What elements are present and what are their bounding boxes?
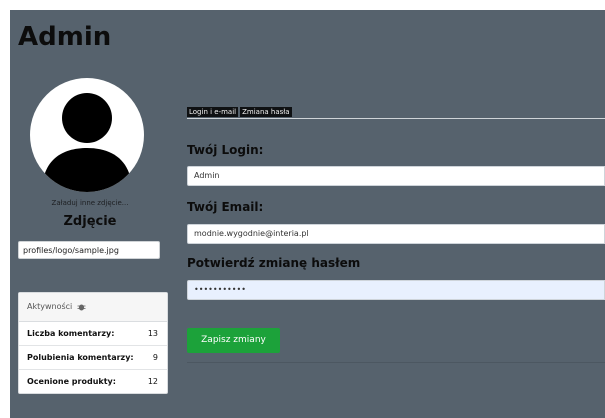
activity-card-header: Aktywności: [19, 293, 167, 322]
stat-value: 13: [147, 329, 158, 338]
stat-row-comments: Liczba komentarzy: 13: [19, 322, 167, 346]
divider: [187, 362, 605, 363]
photo-path-field[interactable]: profiles/logo/sample.jpg: [18, 241, 160, 259]
photo-label: Zdjęcie: [63, 214, 117, 229]
activity-header-label: Aktywności: [27, 302, 73, 311]
settings-tabs: Login i e-mail Zmiana hasła: [187, 107, 605, 119]
admin-panel: Admin Załaduj inne zdjęcie... Zdjęcie pr…: [10, 10, 605, 418]
stat-label: Polubienia komentarzy:: [27, 353, 134, 362]
login-label: Twój Login:: [187, 143, 264, 157]
stat-row-comment-likes: Polubienia komentarzy: 9: [19, 346, 167, 370]
user-silhouette-icon: [42, 93, 132, 192]
stat-label: Ocenione produkty:: [27, 377, 116, 386]
stat-label: Liczba komentarzy:: [27, 329, 115, 338]
upload-photo-link[interactable]: Załaduj inne zdjęcie...: [10, 199, 170, 207]
save-button[interactable]: Zapisz zmiany: [187, 328, 280, 353]
stat-row-rated-products: Ocenione produkty: 12: [19, 370, 167, 393]
email-field[interactable]: modnie.wygodnie@interia.pl: [187, 224, 605, 244]
bug-icon: [77, 304, 86, 310]
stat-value: 12: [147, 377, 158, 386]
avatar: [30, 78, 144, 192]
activity-card: Aktywności Liczba komentarzy: 13 Polubie…: [18, 292, 168, 394]
page-title: Admin: [18, 22, 112, 52]
tab-login-email[interactable]: Login i e-mail: [187, 107, 239, 117]
tab-change-password[interactable]: Zmiana hasła: [240, 107, 292, 117]
password-label: Potwierdź zmianę hasłem: [187, 256, 361, 270]
email-label: Twój Email:: [187, 200, 264, 214]
password-field[interactable]: •••••••••••: [187, 280, 605, 300]
stat-value: 9: [152, 353, 158, 362]
login-field[interactable]: Admin: [187, 166, 605, 186]
